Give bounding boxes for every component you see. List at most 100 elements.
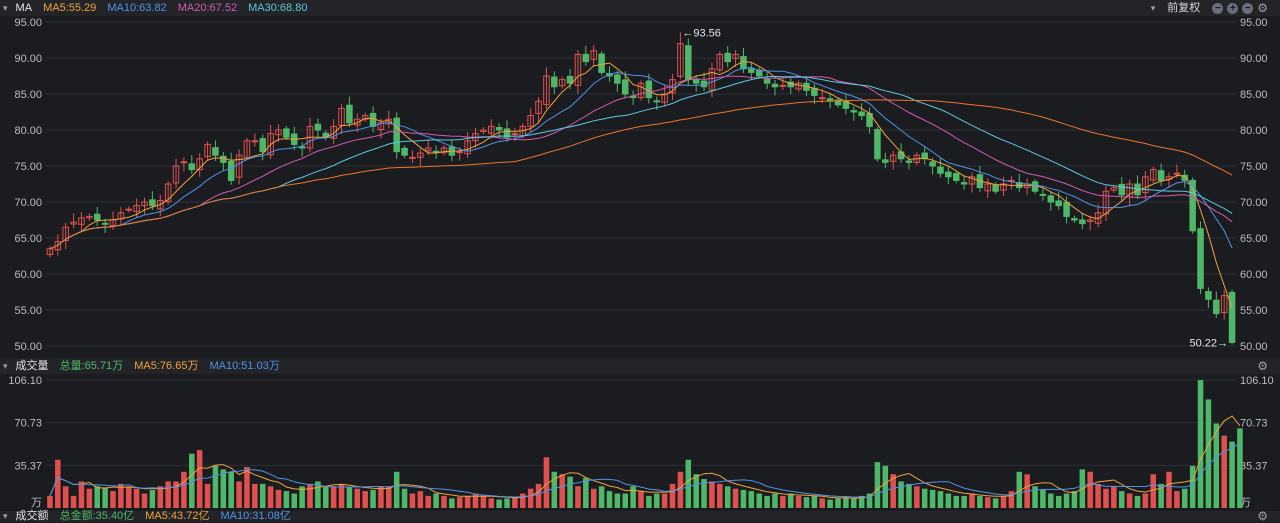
high-annotation: ←93.56 bbox=[682, 27, 721, 39]
indicator-label: MA bbox=[15, 2, 33, 14]
volume-ytick-left: 35.37 bbox=[14, 460, 42, 472]
amount-header: ▾ 成交额 总金额:35.40亿 MA5:43.72亿 MA10:31.08亿 ⚙ bbox=[0, 510, 1280, 522]
candle bbox=[212, 147, 219, 156]
price-header: ▾ MA MA5:55.29 MA10:63.82 MA20:67.52 MA30… bbox=[0, 0, 1280, 16]
volume-bar bbox=[323, 486, 329, 508]
candle bbox=[149, 199, 156, 207]
volume-bar bbox=[898, 481, 904, 508]
amount-ma5: MA5:43.72亿 bbox=[145, 510, 210, 522]
volume-bar bbox=[165, 481, 171, 508]
volume-bar bbox=[259, 483, 266, 508]
price-ytick-right: 50.00 bbox=[1240, 341, 1268, 353]
volume-bar bbox=[724, 486, 731, 508]
volume-bar bbox=[307, 483, 313, 508]
volume-bar bbox=[732, 488, 739, 508]
candle bbox=[952, 173, 960, 181]
volume-bar bbox=[354, 488, 361, 508]
candle bbox=[929, 161, 936, 167]
volume-bar bbox=[575, 486, 581, 508]
candle bbox=[125, 208, 133, 211]
settings-gear-icon[interactable]: ⚙ bbox=[1257, 0, 1268, 16]
price-ytick-right: 55.00 bbox=[1240, 305, 1268, 317]
candlestick-chart[interactable]: 95.00 95.00 90.00 90.00 85.00 85.00 80.00 80.00… bbox=[0, 16, 1280, 358]
candle bbox=[566, 75, 574, 84]
volume-bar bbox=[827, 499, 833, 508]
volume-bar bbox=[283, 491, 290, 508]
amount-chevron-icon[interactable]: ▾ bbox=[3, 511, 8, 522]
volume-title: 成交量 bbox=[15, 360, 49, 372]
minimize-icon[interactable]: − bbox=[1212, 2, 1224, 14]
collapse-chevron-icon[interactable]: ▾ bbox=[3, 0, 8, 16]
volume-ytick-right: 106.10 bbox=[1240, 375, 1274, 387]
candle bbox=[653, 100, 661, 103]
volume-bar bbox=[756, 493, 762, 508]
volume-header: ▾ 成交量 总量:65.71万 MA5:76.65万 MA10:51.03万 ⚙ bbox=[0, 358, 1280, 374]
candle bbox=[897, 151, 905, 160]
volume-bar bbox=[220, 469, 227, 508]
volume-bar bbox=[252, 483, 258, 508]
volume-bar bbox=[961, 495, 967, 508]
volume-total: 总量:65.71万 bbox=[59, 360, 124, 372]
volume-bar bbox=[480, 495, 487, 508]
volume-bar bbox=[70, 495, 77, 508]
candle bbox=[1157, 170, 1165, 181]
volume-bar bbox=[811, 495, 818, 508]
adjust-select[interactable]: 前复权 bbox=[1167, 0, 1200, 16]
candle bbox=[432, 150, 440, 153]
candle bbox=[227, 160, 235, 181]
candle bbox=[93, 213, 101, 221]
volume-bar bbox=[362, 491, 368, 508]
volume-chevron-icon[interactable]: ▾ bbox=[3, 358, 8, 374]
candle bbox=[251, 140, 259, 143]
volume-bar bbox=[882, 465, 889, 508]
volume-chart[interactable]: 106.10 106.1070.73 70.7335.37 35.37万万 bbox=[0, 374, 1280, 511]
volume-bar bbox=[843, 497, 849, 508]
zoom-out-icon[interactable]: − bbox=[1242, 2, 1254, 14]
volume-ytick-left: 70.73 bbox=[14, 418, 42, 430]
volume-bar bbox=[1150, 474, 1157, 508]
price-ytick-left: 90.00 bbox=[14, 53, 42, 65]
price-ytick-right: 90.00 bbox=[1240, 53, 1268, 65]
volume-bar bbox=[496, 499, 502, 508]
volume-bar bbox=[795, 495, 802, 508]
volume-bar bbox=[504, 498, 510, 508]
candle bbox=[346, 104, 353, 124]
zoom-in-icon[interactable]: + bbox=[1227, 2, 1239, 14]
volume-bar bbox=[1189, 465, 1196, 508]
adjust-chevron-icon[interactable]: ▾ bbox=[1151, 0, 1156, 16]
volume-bar bbox=[622, 493, 628, 508]
price-axes: 95.00 95.00 90.00 90.00 85.00 85.00 80.00 80.00… bbox=[14, 17, 1267, 353]
candle bbox=[456, 151, 463, 154]
candle bbox=[1039, 193, 1047, 196]
volume-bar bbox=[929, 489, 936, 508]
candle bbox=[401, 147, 408, 156]
price-ytick-left: 85.00 bbox=[14, 89, 42, 101]
volume-bar bbox=[1174, 491, 1180, 508]
volume-bar bbox=[709, 481, 715, 508]
volume-bar bbox=[94, 486, 100, 508]
volume-bar bbox=[228, 471, 234, 508]
price-ytick-right: 85.00 bbox=[1240, 89, 1268, 101]
volume-bar bbox=[654, 493, 660, 508]
price-ytick-left: 80.00 bbox=[14, 125, 42, 137]
volume-bar bbox=[204, 483, 211, 508]
ma30-legend: MA30:68.80 bbox=[248, 2, 308, 14]
candle bbox=[314, 123, 322, 131]
volume-bar bbox=[212, 465, 219, 508]
amount-settings-icon[interactable]: ⚙ bbox=[1257, 510, 1268, 522]
price-ytick-left: 60.00 bbox=[14, 269, 42, 281]
volume-settings-icon[interactable]: ⚙ bbox=[1257, 358, 1268, 374]
volume-bar bbox=[984, 497, 991, 508]
candle bbox=[409, 156, 416, 159]
candle bbox=[945, 171, 952, 178]
low-annotation: 50.22→ bbox=[1190, 337, 1229, 349]
volume-bar bbox=[1111, 486, 1117, 508]
volume-bar bbox=[236, 481, 242, 508]
volume-bar bbox=[346, 487, 353, 508]
volume-bar bbox=[764, 495, 770, 508]
volume-bar bbox=[646, 495, 652, 508]
volume-bar bbox=[330, 486, 337, 508]
volume-bar bbox=[441, 495, 447, 508]
volume-bar bbox=[630, 486, 636, 508]
volume-bar bbox=[433, 493, 439, 508]
